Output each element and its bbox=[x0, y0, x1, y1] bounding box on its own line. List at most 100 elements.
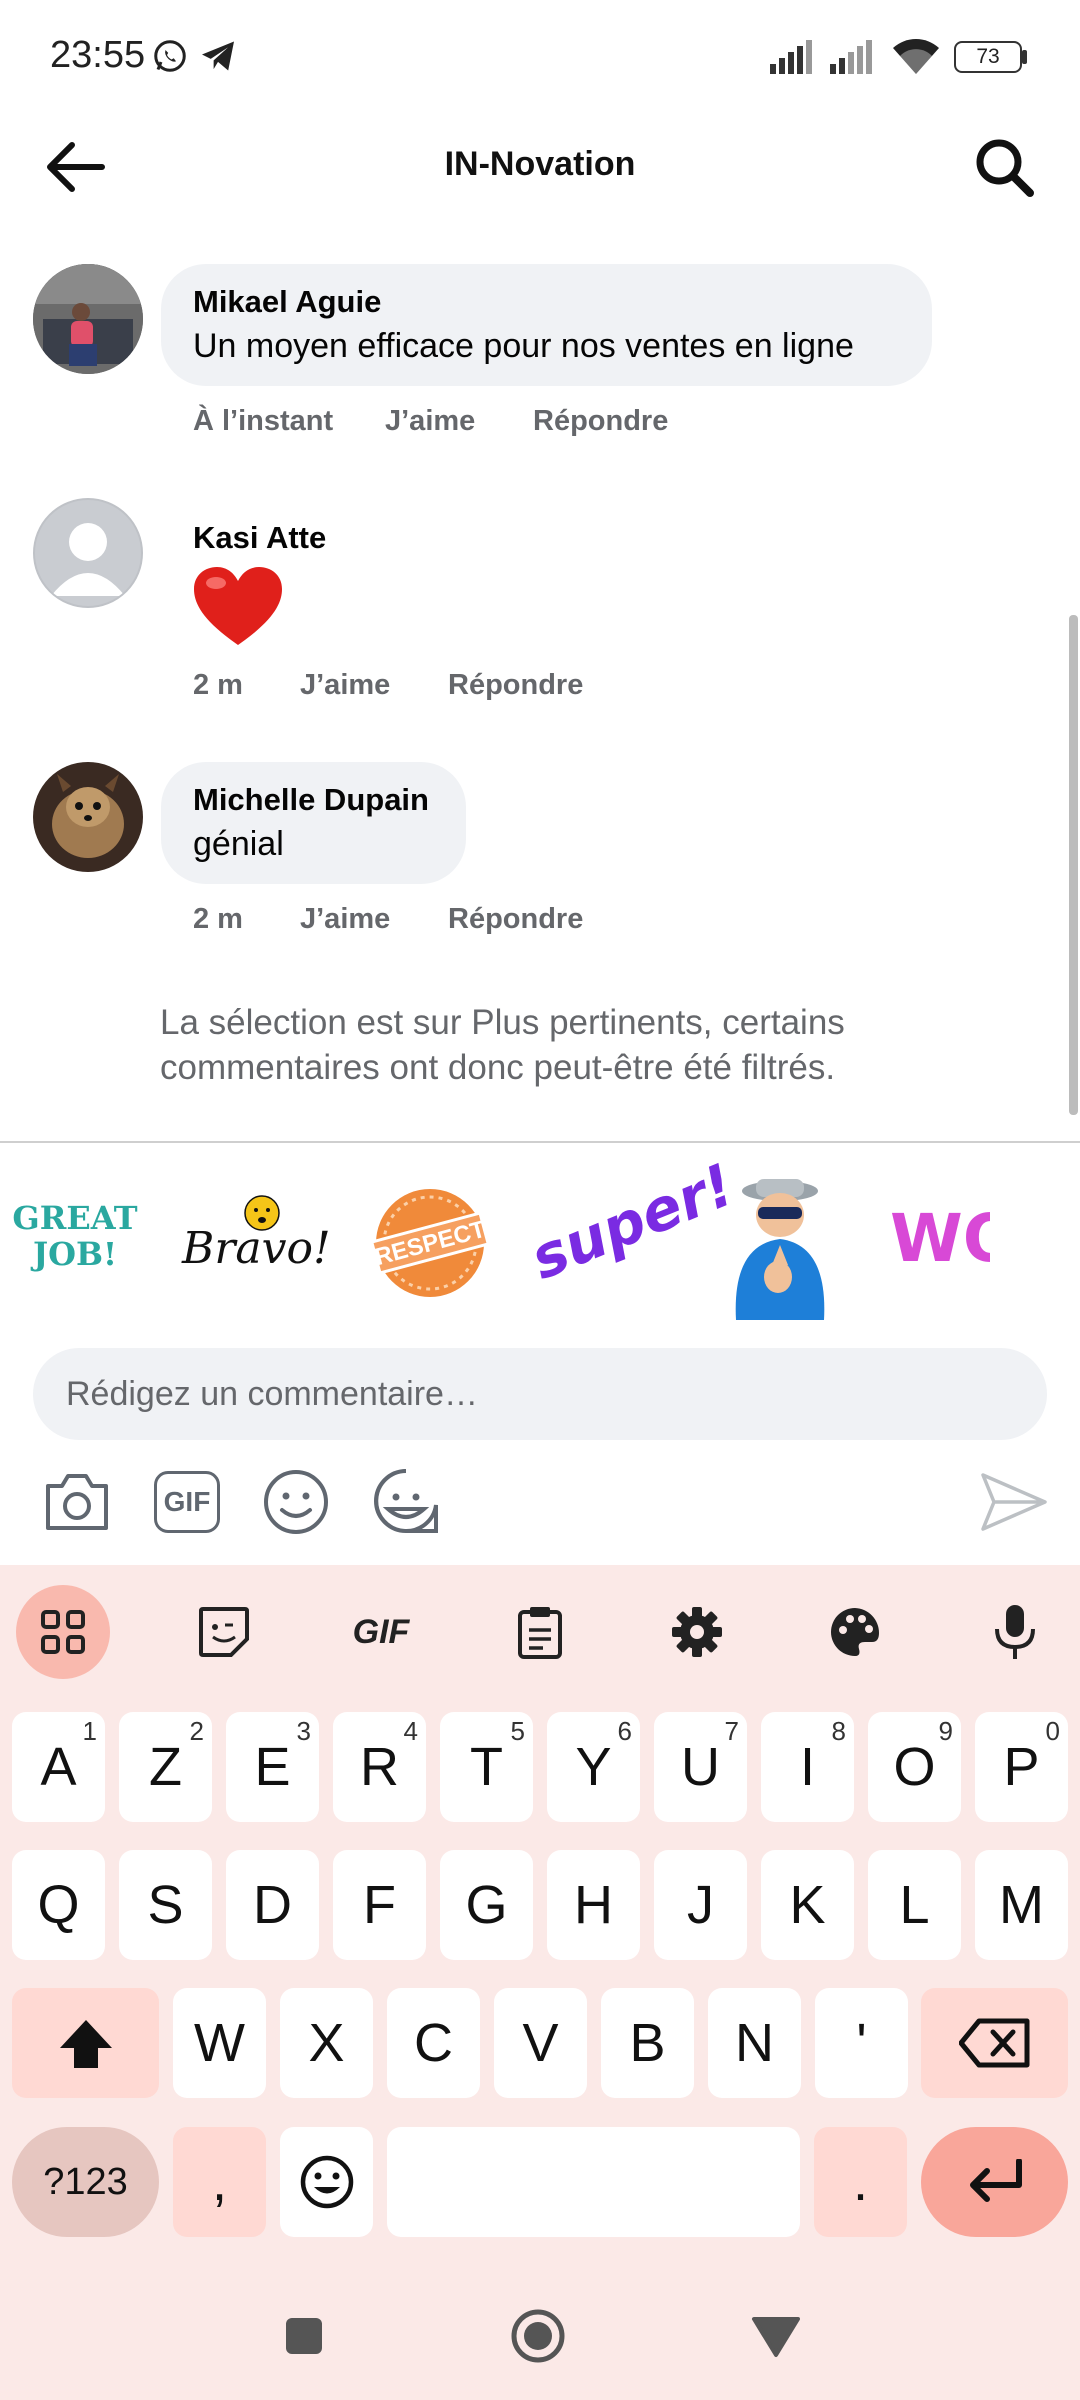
whatsapp-icon bbox=[154, 40, 186, 72]
enter-arrow-icon bbox=[969, 2158, 1022, 2202]
like-button[interactable]: J’aime bbox=[300, 903, 390, 936]
signal-icon bbox=[770, 40, 812, 74]
avatar-photo bbox=[33, 762, 143, 872]
key-g[interactable]: G bbox=[440, 1850, 533, 1960]
comment-author[interactable]: Kasi Atte bbox=[193, 520, 326, 556]
battery-icon: 73 bbox=[954, 41, 1022, 73]
battery-level: 73 bbox=[976, 45, 1000, 68]
search-icon[interactable] bbox=[972, 135, 1036, 199]
comment-bubble[interactable]: Michelle Dupain génial bbox=[161, 762, 466, 884]
key-l[interactable]: L bbox=[868, 1850, 961, 1960]
gif-button[interactable]: GIF bbox=[154, 1471, 220, 1533]
space-key[interactable] bbox=[387, 2127, 800, 2237]
sticker-bravo[interactable]: Bravo! bbox=[182, 1195, 331, 1285]
battery-tip bbox=[1022, 50, 1027, 64]
key-hint: 7 bbox=[724, 1716, 739, 1746]
key-label: A bbox=[40, 1737, 77, 1797]
key-s[interactable]: S bbox=[119, 1850, 212, 1960]
sticker-respect[interactable]: RESPECT bbox=[368, 1185, 493, 1300]
status-bar: 23:55 73 bbox=[0, 0, 1080, 115]
sticker-wow[interactable]: WOW bbox=[890, 1200, 990, 1290]
comment-bubble[interactable]: Mikael Aguie Un moyen efficace pour nos … bbox=[161, 264, 932, 386]
key-b[interactable]: B bbox=[601, 1988, 694, 2098]
key-p[interactable]: P0 bbox=[975, 1712, 1068, 1822]
comma-key[interactable]: , bbox=[173, 2127, 266, 2237]
key-hint: 6 bbox=[617, 1716, 632, 1746]
comment-text: Un moyen efficace pour nos ventes en lig… bbox=[193, 327, 854, 365]
key-d[interactable]: D bbox=[226, 1850, 319, 1960]
camera-icon[interactable] bbox=[42, 1470, 112, 1534]
key-i[interactable]: I8 bbox=[761, 1712, 854, 1822]
key-f[interactable]: F bbox=[333, 1850, 426, 1960]
shift-key[interactable] bbox=[12, 1988, 159, 2098]
key-label: O bbox=[893, 1737, 936, 1797]
comment-input[interactable] bbox=[33, 1348, 1047, 1440]
settings-gear-icon[interactable] bbox=[657, 1592, 737, 1672]
emoji-icon bbox=[300, 2155, 353, 2209]
reply-button[interactable]: Répondre bbox=[533, 405, 668, 438]
keyboard: GIF A1 Z2 E3 R4 T5 Y6 U7 I8 O9 P0 Q S D … bbox=[0, 1565, 1080, 2400]
reply-button[interactable]: Répondre bbox=[448, 669, 583, 702]
key-o[interactable]: O9 bbox=[868, 1712, 961, 1822]
key-w[interactable]: W bbox=[173, 1988, 266, 2098]
key-label: U bbox=[681, 1737, 720, 1797]
backspace-icon bbox=[958, 2018, 1029, 2068]
respect-badge-icon: RESPECT bbox=[369, 1189, 491, 1297]
key-label: Y bbox=[575, 1737, 612, 1797]
avatar[interactable] bbox=[33, 498, 143, 608]
key-k[interactable]: K bbox=[761, 1850, 854, 1960]
key-h[interactable]: H bbox=[547, 1850, 640, 1960]
theme-palette-icon[interactable] bbox=[815, 1592, 895, 1672]
key-z[interactable]: Z2 bbox=[119, 1712, 212, 1822]
key-c[interactable]: C bbox=[387, 1988, 480, 2098]
sticker-clapping-man[interactable] bbox=[718, 1175, 843, 1320]
send-icon[interactable] bbox=[980, 1472, 1048, 1532]
microphone-icon[interactable] bbox=[975, 1592, 1055, 1672]
like-button[interactable]: J’aime bbox=[385, 405, 475, 438]
key-e[interactable]: E3 bbox=[226, 1712, 319, 1822]
key-a[interactable]: A1 bbox=[12, 1712, 105, 1822]
default-avatar-icon bbox=[51, 523, 125, 596]
header: IN-Novation bbox=[0, 115, 1080, 215]
recent-apps-icon[interactable] bbox=[282, 2314, 326, 2358]
enter-key[interactable] bbox=[921, 2127, 1068, 2237]
shift-arrow-icon bbox=[59, 2020, 112, 2068]
reply-button[interactable]: Répondre bbox=[448, 903, 583, 936]
key-v[interactable]: V bbox=[494, 1988, 587, 2098]
key-label: I bbox=[799, 1737, 815, 1797]
avatar[interactable] bbox=[33, 762, 143, 872]
comment-author[interactable]: Michelle Dupain bbox=[193, 782, 429, 818]
back-nav-icon[interactable] bbox=[750, 2315, 802, 2359]
emoji-key[interactable] bbox=[280, 2127, 373, 2237]
emoji-icon[interactable] bbox=[262, 1468, 330, 1536]
key-hint: 5 bbox=[510, 1716, 525, 1746]
symbols-key[interactable]: ?123 bbox=[12, 2127, 159, 2237]
key-m[interactable]: M bbox=[975, 1850, 1068, 1960]
backspace-key[interactable] bbox=[921, 1988, 1068, 2098]
home-icon[interactable] bbox=[510, 2308, 566, 2364]
clipboard-icon[interactable] bbox=[500, 1592, 580, 1672]
gif-key[interactable]: GIF bbox=[341, 1592, 421, 1672]
comment-author[interactable]: Mikael Aguie bbox=[193, 284, 381, 320]
key-y[interactable]: Y6 bbox=[547, 1712, 640, 1822]
period-key[interactable]: . bbox=[814, 2127, 907, 2237]
apps-grid-icon[interactable] bbox=[16, 1585, 110, 1679]
telegram-icon bbox=[202, 41, 234, 71]
key-q[interactable]: Q bbox=[12, 1850, 105, 1960]
key-t[interactable]: T5 bbox=[440, 1712, 533, 1822]
key-j[interactable]: J bbox=[654, 1850, 747, 1960]
sticker-great-job[interactable]: GREAT JOB! bbox=[10, 1200, 140, 1280]
sticker-icon[interactable] bbox=[370, 1465, 442, 1537]
like-button[interactable]: J’aime bbox=[300, 669, 390, 702]
sticker-super[interactable]: super! bbox=[521, 1160, 743, 1320]
avatar[interactable] bbox=[33, 264, 143, 374]
scrollbar[interactable] bbox=[1069, 615, 1078, 1115]
key-n[interactable]: N bbox=[708, 1988, 801, 2098]
comment-input-box[interactable] bbox=[33, 1348, 1047, 1440]
page-title: IN-Novation bbox=[444, 145, 636, 183]
key-u[interactable]: U7 bbox=[654, 1712, 747, 1822]
key-x[interactable]: X bbox=[280, 1988, 373, 2098]
key-r[interactable]: R4 bbox=[333, 1712, 426, 1822]
key-apostrophe[interactable]: ' bbox=[815, 1988, 908, 2098]
sticker-key-icon[interactable] bbox=[184, 1592, 264, 1672]
